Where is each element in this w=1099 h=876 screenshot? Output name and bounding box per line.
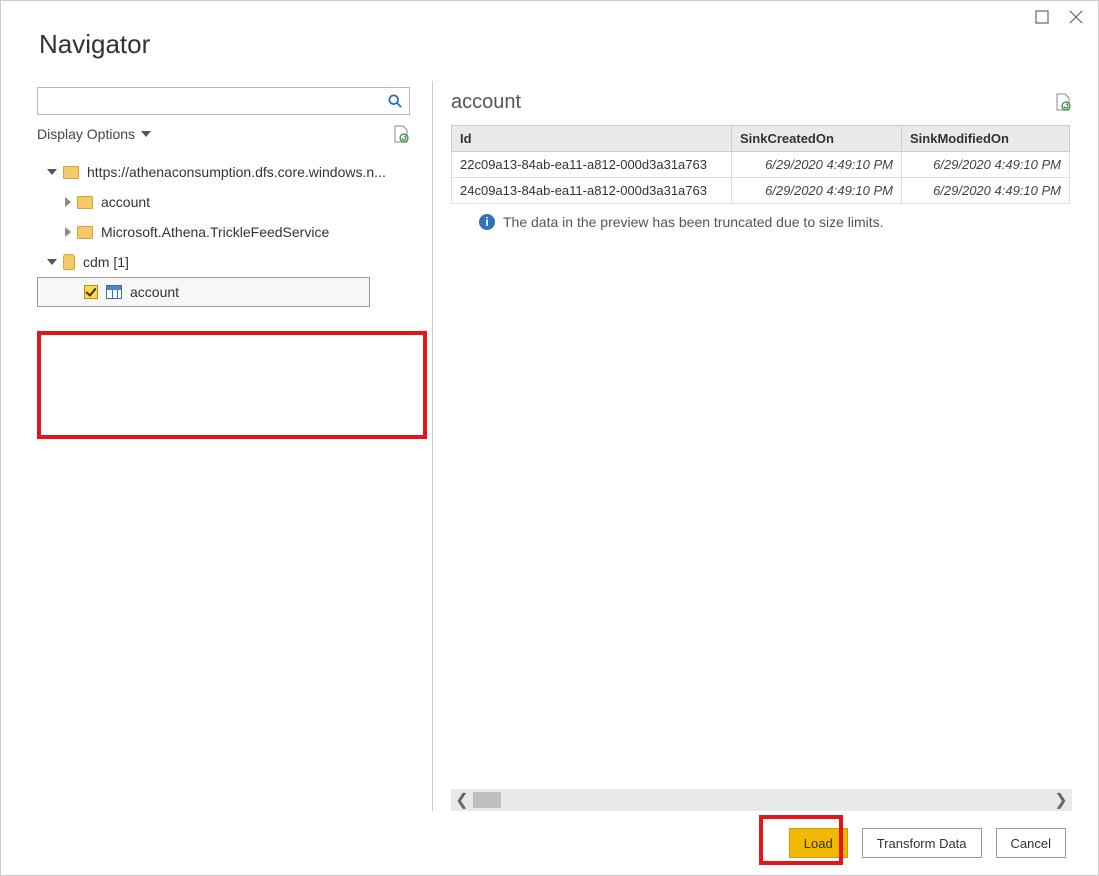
tree-cdm-group[interactable]: cdm [1] [37,247,412,277]
display-options-label: Display Options [37,126,135,142]
truncation-info-text: The data in the preview has been truncat… [503,214,884,230]
cell-id: 24c09a13-84ab-ea11-a812-000d3a31a763 [452,178,732,204]
scroll-thumb[interactable] [473,792,501,808]
preview-table-wrap: Id SinkCreatedOn SinkModifiedOn 22c09a13… [451,125,1069,204]
expander-open-icon [47,169,57,175]
window-close-button[interactable] [1068,9,1084,25]
display-options-dropdown[interactable]: Display Options [37,126,157,142]
annotation-highlight-tree [37,331,427,439]
window-maximize-button[interactable] [1034,9,1050,25]
checkbox-checked[interactable] [84,285,98,299]
search-container [37,87,410,115]
table-header-row: Id SinkCreatedOn SinkModifiedOn [452,126,1070,152]
cell-created: 6/29/2020 4:49:10 PM [732,178,902,204]
preview-pane: account Id SinkCreatedOn [433,81,1098,811]
chevron-down-icon [141,131,151,137]
tree-label: cdm [1] [83,254,129,270]
col-header-id[interactable]: Id [452,126,732,152]
tree-label: account [101,194,150,210]
load-button[interactable]: Load [789,828,848,858]
tree-label: Microsoft.Athena.TrickleFeedService [101,224,329,240]
tree-folder-tricklefeed[interactable]: Microsoft.Athena.TrickleFeedService [37,217,412,247]
search-input[interactable] [38,88,381,114]
display-options-row: Display Options [37,125,410,143]
truncation-info: i The data in the preview has been trunc… [451,214,1072,230]
table-row[interactable]: 22c09a13-84ab-ea11-a812-000d3a31a763 6/2… [452,152,1070,178]
database-icon [63,254,75,270]
preview-title: account [451,91,521,114]
expander-closed-icon [65,197,71,207]
search-icon [388,94,402,108]
folder-icon [63,166,79,179]
cell-modified: 6/29/2020 4:49:10 PM [902,152,1070,178]
cancel-button[interactable]: Cancel [996,828,1066,858]
preview-horizontal-scrollbar[interactable]: ❮ ❯ [451,789,1072,811]
tree-label: https://athenaconsumption.dfs.core.windo… [87,164,386,180]
navigator-tree: https://athenaconsumption.dfs.core.windo… [37,157,412,307]
window-controls [1020,1,1098,33]
table-icon [106,285,122,299]
cell-modified: 6/29/2020 4:49:10 PM [902,178,1070,204]
expander-open-icon [47,259,57,265]
info-icon: i [479,214,495,230]
preview-header: account [451,87,1072,117]
tree-label: account [130,284,179,300]
search-button[interactable] [381,88,409,114]
dialog-footer: Load Transform Data Cancel [1,811,1098,875]
transform-data-button[interactable]: Transform Data [862,828,982,858]
navigator-left-pane: Display Options https://athenaconsumptio… [1,81,433,811]
folder-icon [77,196,93,209]
preview-table: Id SinkCreatedOn SinkModifiedOn 22c09a13… [451,125,1070,204]
expander-closed-icon [65,227,71,237]
tree-root-datasource[interactable]: https://athenaconsumption.dfs.core.windo… [37,157,412,187]
table-row[interactable]: 24c09a13-84ab-ea11-a812-000d3a31a763 6/2… [452,178,1070,204]
cell-id: 22c09a13-84ab-ea11-a812-000d3a31a763 [452,152,732,178]
scroll-right-arrow[interactable]: ❯ [1050,789,1072,811]
content-area: Display Options https://athenaconsumptio… [1,81,1098,811]
refresh-preview-button[interactable] [1054,93,1072,111]
scroll-left-arrow[interactable]: ❮ [451,789,473,811]
col-header-created[interactable]: SinkCreatedOn [732,126,902,152]
document-refresh-icon [1055,93,1071,111]
cell-created: 6/29/2020 4:49:10 PM [732,152,902,178]
refresh-tree-button[interactable] [392,125,410,143]
document-refresh-icon [393,125,409,143]
col-header-modified[interactable]: SinkModifiedOn [902,126,1070,152]
tree-entity-account[interactable]: account [37,277,370,307]
tree-folder-account[interactable]: account [37,187,412,217]
folder-icon [77,226,93,239]
navigator-window: Navigator Display Options [0,0,1099,876]
scroll-track[interactable] [473,789,1050,811]
dialog-title: Navigator [1,1,1098,80]
